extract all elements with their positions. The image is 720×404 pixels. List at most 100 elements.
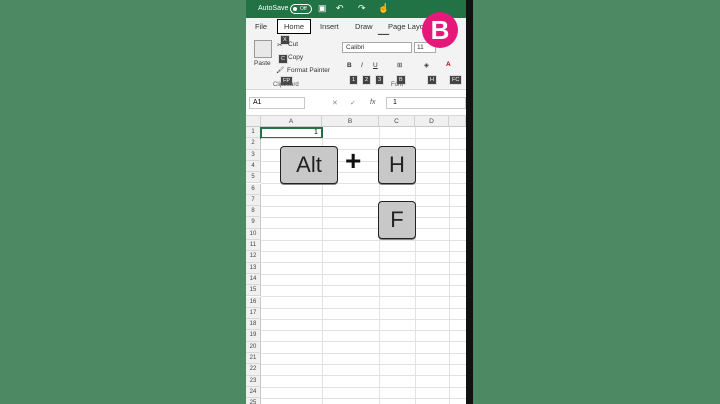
row-header[interactable]: 9 [246,217,261,229]
gridline [261,341,466,343]
right-background [473,0,720,404]
row-header[interactable]: 2 [246,138,261,150]
fx-label[interactable]: fx [370,99,375,106]
underline-button[interactable]: U [373,62,378,69]
column-header-a[interactable]: A [261,116,322,127]
row-header[interactable]: 3 [246,149,261,161]
gridline [261,284,466,286]
enter-icon[interactable]: ✓ [350,99,356,107]
autosave-toggle[interactable]: Off [290,4,312,14]
row-header[interactable]: 7 [246,194,261,207]
cancel-icon[interactable]: ✕ [332,99,338,107]
redo-icon[interactable]: ↷ [358,3,366,14]
row-header[interactable]: 10 [246,228,261,240]
gridline [261,239,466,241]
left-background [0,0,246,404]
tab-insert[interactable]: Insert [320,22,339,31]
row-header[interactable]: 8 [246,206,261,218]
gridline [261,251,466,252]
font-color-icon[interactable]: A [446,61,451,68]
row-header[interactable]: 19 [246,330,261,342]
name-box[interactable]: A1 [249,97,305,109]
fill-color-icon[interactable]: ◈ [424,61,429,69]
channel-logo: B [422,12,458,48]
row-header[interactable]: 17 [246,307,261,320]
copy-label[interactable]: Copy [288,54,303,61]
row-header[interactable]: 16 [246,296,261,308]
gridline [261,138,466,139]
select-all-corner[interactable] [246,116,261,127]
column-header-c[interactable]: C [379,116,415,127]
row-header[interactable]: 25 [246,398,261,404]
keytip-bold: 1 [349,75,359,85]
cell-a1-value: 1 [314,129,318,136]
row-header[interactable]: 24 [246,386,261,399]
touch-mode-icon[interactable]: ☝ [378,3,389,14]
gridline [261,205,466,207]
clipboard-group-label: Clipboard [273,82,299,88]
row-header[interactable]: 14 [246,273,261,286]
column-header-b[interactable]: B [322,116,379,127]
tab-file[interactable]: File [255,22,267,31]
h-key: H [378,146,416,184]
row-header[interactable]: 11 [246,240,261,252]
save-icon[interactable]: ▣ [318,3,327,14]
paste-icon[interactable] [254,40,272,58]
gridline [261,375,466,377]
gridline [261,352,466,354]
gridline [261,386,466,388]
keytip-fill: H [427,75,437,85]
cut-label[interactable]: Cut [288,41,298,48]
dark-edge [466,0,473,404]
formula-bar: A1 ✕ ✓ fx 1 [246,90,466,116]
row-header[interactable]: 22 [246,364,261,376]
row-header[interactable]: 1 [246,127,261,139]
keytip-underline: 3 [375,75,385,85]
scissors-icon[interactable]: ✂ [277,41,282,49]
row-header[interactable]: 13 [246,262,261,274]
gridline [261,228,466,230]
gridline [261,307,466,309]
format-painter-icon[interactable]: 🖌 [276,66,284,74]
format-painter-label[interactable]: Format Painter [287,67,330,74]
font-group-label: Font [391,82,404,88]
tab-page-layout[interactable]: Page Layo [388,22,424,31]
row-header[interactable]: 23 [246,375,261,387]
keytip-font-color: FC [449,75,463,85]
column-header-e[interactable] [449,116,466,127]
row-header[interactable]: 12 [246,251,261,263]
gridline [261,273,466,275]
gridline [261,318,466,320]
gridline [261,364,466,365]
gridline [261,217,466,219]
f-key: F [378,201,416,239]
row-header[interactable]: 5 [246,172,261,184]
gridline [261,296,466,298]
alt-key: Alt [280,146,338,184]
gridline [261,262,466,264]
row-header[interactable]: 18 [246,319,261,331]
borders-icon[interactable]: ⊞ [397,61,402,69]
formula-input[interactable]: 1 [386,97,466,109]
row-header[interactable]: 20 [246,341,261,353]
keytip-copy: C [278,54,288,64]
row-header[interactable]: 4 [246,160,261,173]
row-header[interactable]: 6 [246,183,261,195]
gridline [449,127,450,404]
tab-draw[interactable]: Draw [355,22,373,31]
autosave-label: AutoSave [258,5,289,12]
plus-sign: + [345,145,362,176]
row-header[interactable]: 15 [246,285,261,297]
tab-home[interactable]: Home [277,19,312,34]
gridline [261,397,466,399]
italic-button[interactable]: I [361,62,363,69]
excel-window: AutoSave Off ▣ ↶ ↷ ☝ File Home Insert Dr… [246,0,466,404]
bold-button[interactable]: B [347,62,352,69]
gridline [261,194,466,196]
font-name-box[interactable]: Calibri [342,42,412,53]
row-header[interactable]: 21 [246,353,261,365]
gridline [261,330,466,332]
paste-label[interactable]: Paste [254,60,271,67]
undo-icon[interactable]: ↶ [336,3,344,14]
column-header-d[interactable]: D [415,116,449,127]
